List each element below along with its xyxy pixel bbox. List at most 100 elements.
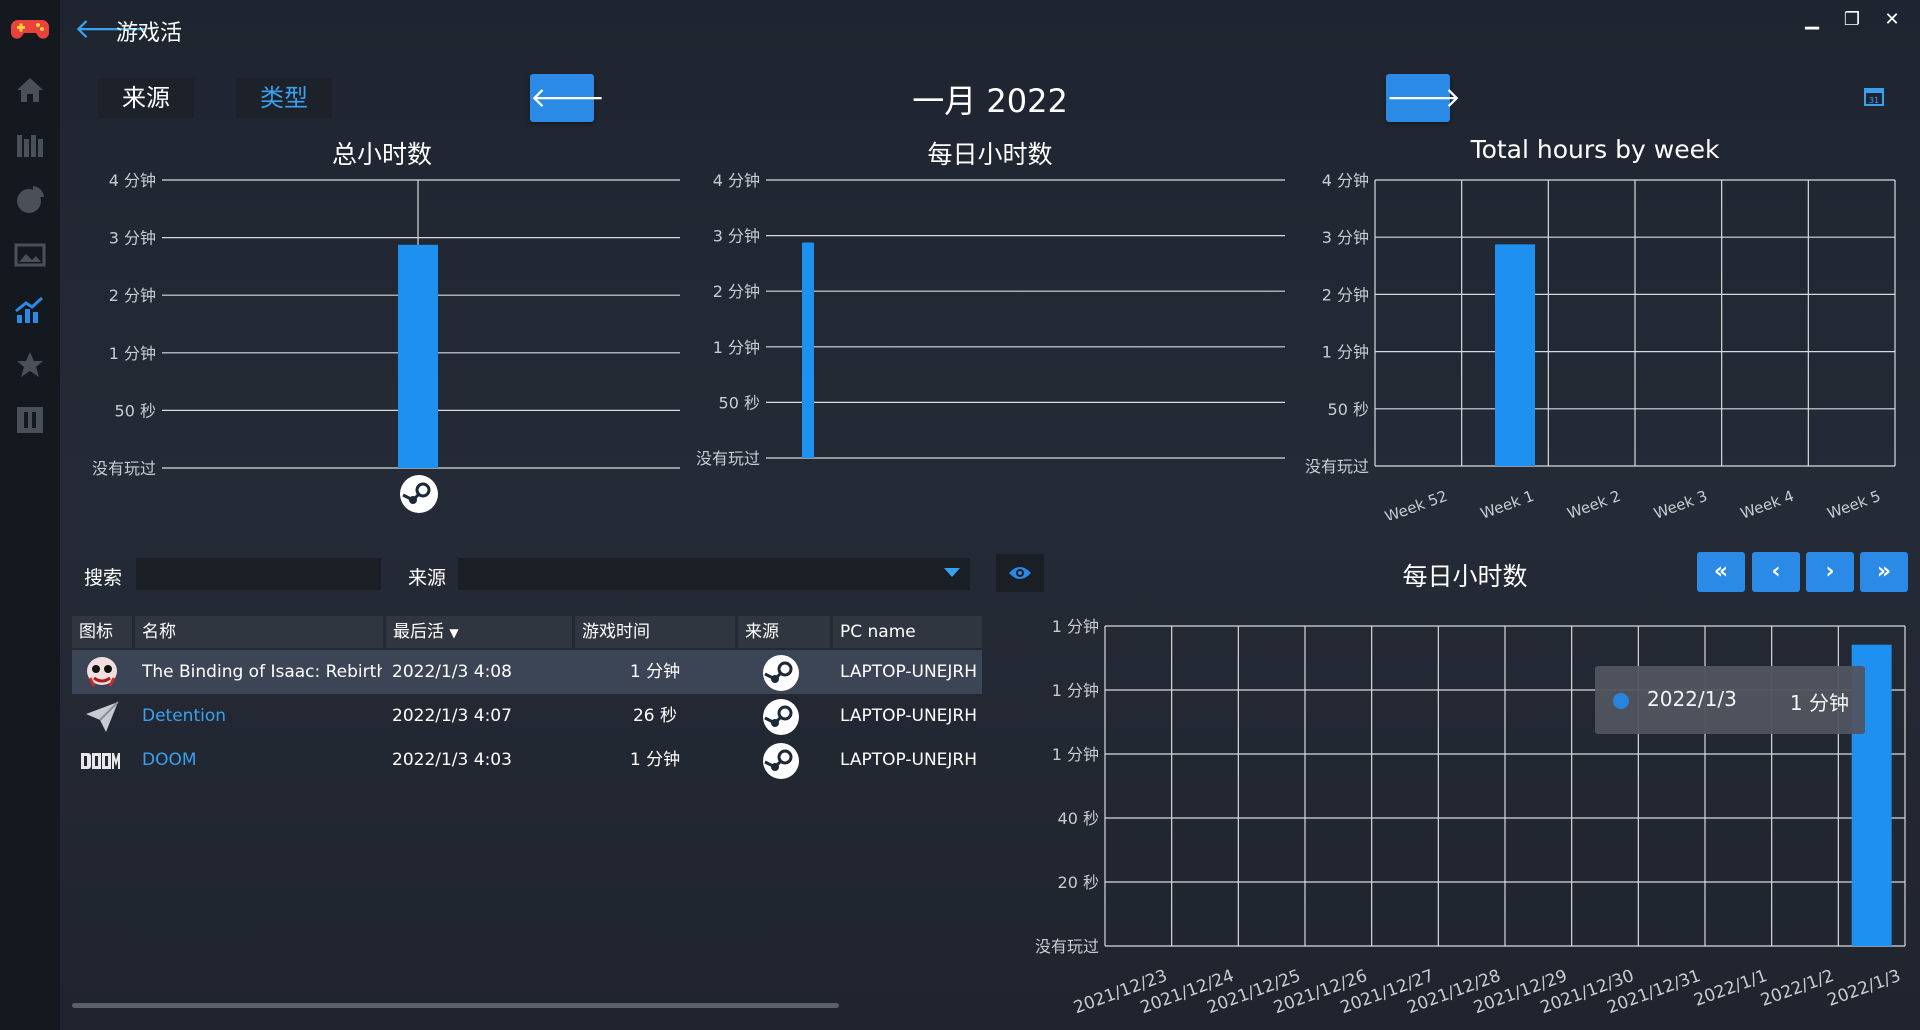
steam-icon (762, 742, 800, 780)
y-tick-label: 1 分钟 (1052, 617, 1099, 636)
isaac-icon (84, 654, 120, 694)
y-tick-label: 2 分钟 (1322, 285, 1369, 304)
activity-chart-icon[interactable] (10, 290, 50, 330)
minimize-button[interactable]: ▁ (1794, 8, 1830, 32)
pc-name: LAPTOP-UNEJRH (840, 750, 978, 770)
game-name[interactable]: DOOM (142, 738, 382, 782)
last-activity: 2022/1/3 4:08 (392, 662, 512, 682)
table-row[interactable]: The Binding of Isaac: Rebirth 2022/1/3 4… (72, 650, 982, 694)
sidebar (0, 0, 60, 1030)
svg-text:31: 31 (1869, 96, 1879, 105)
y-tick-label: 1 分钟 (713, 338, 760, 357)
bar (802, 242, 814, 458)
prev-month-button[interactable]: 🡐 (530, 74, 605, 122)
playtime: 1 分钟 (629, 662, 681, 682)
col-header-name[interactable]: 名称 (135, 616, 383, 648)
y-tick-label: 1 分钟 (1052, 745, 1099, 764)
last-activity: 2022/1/3 4:07 (392, 706, 512, 726)
arrow-right-icon: 🡒 (1386, 81, 1462, 114)
table-row[interactable]: Detention 2022/1/3 4:07 26 秒 LAPTOP-UNEJ… (72, 694, 982, 738)
chart-tooltip: 2022/1/3 1 分钟 (1595, 666, 1865, 734)
y-tick-label: 50 秒 (115, 401, 156, 420)
next-month-button[interactable]: 🡒 (1386, 74, 1461, 122)
playtime: 1 分钟 (629, 750, 681, 770)
col-header-last-activity-label: 最后活 (393, 622, 444, 642)
star-icon[interactable] (10, 345, 50, 385)
pie-chart-icon[interactable] (10, 180, 50, 220)
tooltip-date: 2022/1/3 (1647, 687, 1737, 711)
next-page-button[interactable]: › (1806, 552, 1854, 592)
chart-daily-hours: 没有玩过 50 秒 1 分钟 2 分钟 3 分钟 4 分钟 (696, 171, 1285, 468)
eye-icon (1009, 567, 1031, 579)
sort-desc-icon: ▼ (449, 626, 459, 640)
steam-icon (762, 698, 800, 736)
tab-source[interactable]: 来源 (98, 78, 194, 118)
y-tick-label: 1 分钟 (1052, 681, 1099, 700)
col-header-playtime[interactable]: 游戏时间 (575, 616, 735, 648)
search-input[interactable] (136, 558, 381, 590)
toggle-visibility-button[interactable] (996, 554, 1044, 592)
pc-name: LAPTOP-UNEJRH (840, 662, 978, 682)
x-tick-label: 2022/1/1 (1691, 966, 1770, 1011)
x-tick-label: Week 3 (1651, 487, 1709, 520)
month-label: 一月 2022 (912, 82, 1068, 120)
y-tick-label: 2 分钟 (713, 282, 760, 301)
steam-icon (762, 654, 800, 692)
chart-weekly-title: Total hours by week (1470, 135, 1720, 164)
col-header-pc-name[interactable]: PC name (833, 616, 982, 648)
x-tick-label: Week 5 (1825, 487, 1883, 520)
y-tick-label: 2 分钟 (109, 286, 156, 305)
back-arrow-icon[interactable]: 🡐 (74, 14, 149, 44)
col-header-icon[interactable]: 图标 (72, 616, 132, 648)
library-icon[interactable] (10, 125, 50, 165)
tab-type[interactable]: 类型 (236, 78, 332, 118)
x-tick-label: 2022/1/3 (1825, 966, 1904, 1011)
chart-total-title: 总小时数 (331, 140, 432, 169)
close-button[interactable]: ✕ (1874, 8, 1910, 32)
y-tick-label: 50 秒 (719, 393, 760, 412)
y-tick-label: 4 分钟 (1322, 171, 1369, 190)
game-name[interactable]: The Binding of Isaac: Rebirth (142, 650, 382, 694)
chart-weekly-hours: 没有玩过 50 秒 1 分钟 2 分钟 3 分钟 4 分钟 Week 52 Week 1 Wee… (1305, 171, 1896, 520)
restore-button[interactable]: ❐ (1834, 8, 1870, 32)
source-filter-label: 来源 (408, 567, 447, 589)
y-tick-label: 4 分钟 (713, 171, 760, 190)
tools-icon[interactable] (10, 400, 50, 440)
calendar-icon[interactable]: 31 (1864, 86, 1884, 106)
y-tick-label: 20 秒 (1058, 873, 1099, 892)
y-tick-label: 3 分钟 (1322, 228, 1369, 247)
y-tick-label: 1 分钟 (109, 344, 156, 363)
chart-daily-bottom-title: 每日小时数 (1402, 562, 1528, 591)
x-tick-label: 2022/1/2 (1758, 966, 1837, 1011)
table-row[interactable]: DOOM 2022/1/3 4:03 1 分钟 LAPTOP-UNEJRH (72, 738, 982, 782)
y-tick-label: 50 秒 (1328, 400, 1369, 419)
y-tick-label: 没有玩过 (92, 459, 156, 478)
chart-daily-title: 每日小时数 (927, 140, 1053, 169)
horizontal-scrollbar[interactable] (72, 1003, 839, 1008)
paper-plane-icon (84, 700, 120, 738)
home-icon[interactable] (10, 70, 50, 110)
bar (1495, 244, 1535, 466)
prev-page-button[interactable]: ‹ (1752, 552, 1800, 592)
tooltip-value: 1 分钟 (1789, 691, 1849, 715)
col-header-last-activity[interactable]: 最后活 ▼ (386, 616, 572, 648)
screenshots-icon[interactable] (10, 235, 50, 275)
y-tick-label: 40 秒 (1058, 809, 1099, 828)
title-bar: 🡐 游戏活 (60, 0, 1920, 60)
y-tick-label: 3 分钟 (109, 229, 156, 248)
y-tick-label: 4 分钟 (109, 171, 156, 190)
game-name[interactable]: Detention (142, 694, 382, 738)
chart-total-hours: 没有玩过 50 秒 1 分钟 2 分钟 3 分钟 4 分钟 (92, 171, 680, 513)
arrow-left-icon: 🡐 (530, 81, 606, 114)
chevron-down-icon (944, 568, 960, 577)
gamepad-logo-icon[interactable] (10, 10, 50, 50)
source-dropdown[interactable] (458, 558, 970, 590)
y-tick-label: 没有玩过 (1305, 457, 1369, 476)
playtime: 26 秒 (632, 706, 678, 726)
col-header-source[interactable]: 来源 (738, 616, 830, 648)
y-tick-label: 1 分钟 (1322, 343, 1369, 362)
series-dot (1613, 693, 1629, 709)
first-page-button[interactable]: « (1697, 552, 1745, 592)
last-page-button[interactable]: » (1860, 552, 1908, 592)
x-tick-label: Week 2 (1565, 487, 1623, 520)
